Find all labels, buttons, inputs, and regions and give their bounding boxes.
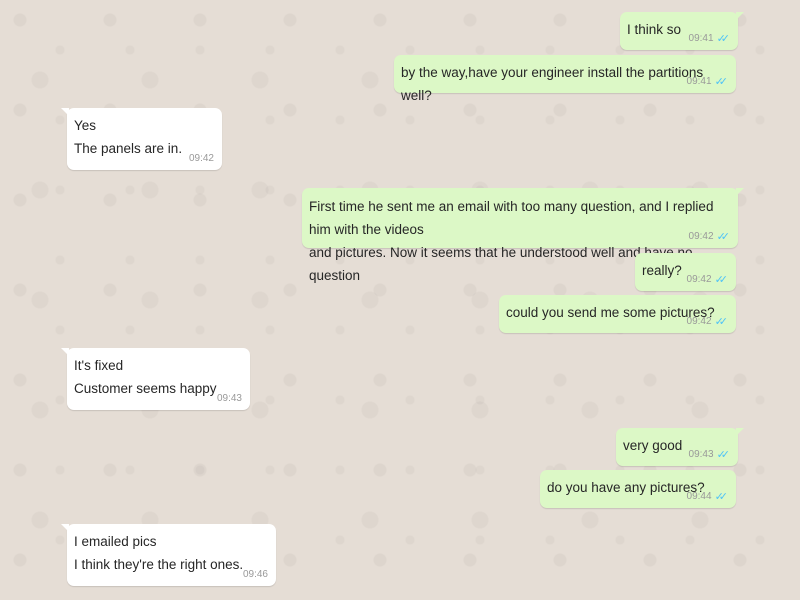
message-time: 09:42 <box>686 274 712 285</box>
message-meta: 09:43 ✓✓ <box>688 448 731 461</box>
message-meta: 09:42 <box>189 153 214 165</box>
message-time: 09:42 <box>188 153 214 164</box>
message-time: 09:44 <box>686 491 712 502</box>
message-time: 09:43 <box>688 449 714 460</box>
double-check-icon: ✓✓ <box>714 273 729 286</box>
message-meta: 09:42 ✓✓ <box>688 230 731 243</box>
double-check-icon: ✓✓ <box>716 448 731 461</box>
message-bubble-outgoing[interactable]: First time he sent me an email with too … <box>302 188 744 283</box>
message-text: by the way,have your engineer install th… <box>401 65 704 103</box>
message-meta: 09:46 <box>243 569 268 581</box>
message-bubble-incoming[interactable]: I emailed pics I think they're the right… <box>61 524 276 586</box>
message-bubble-outgoing[interactable]: do you have any pictures? 09:44 ✓✓ <box>540 470 736 508</box>
message-time: 09:46 <box>242 569 268 580</box>
message-bubble-outgoing[interactable]: really? 09:42 ✓✓ <box>635 253 736 291</box>
double-check-icon: ✓✓ <box>714 75 729 88</box>
message-meta: 09:41 ✓✓ <box>686 75 729 88</box>
message-time: 09:42 <box>688 231 714 242</box>
double-check-icon: ✓✓ <box>714 490 729 503</box>
double-check-icon: ✓✓ <box>714 315 729 328</box>
message-bubble-outgoing[interactable]: could you send me some pictures? 09:42 ✓… <box>499 295 736 333</box>
message-meta: 09:41 ✓✓ <box>688 32 731 45</box>
message-meta: 09:43 <box>217 393 242 405</box>
double-check-icon: ✓✓ <box>716 32 731 45</box>
message-time: 09:42 <box>686 316 712 327</box>
message-bubble-incoming[interactable]: Yes The panels are in. 09:42 <box>61 108 222 170</box>
message-text: I emailed pics I think they're the right… <box>74 534 244 572</box>
message-meta: 09:44 ✓✓ <box>686 490 729 503</box>
message-meta: 09:42 ✓✓ <box>686 315 729 328</box>
message-bubble-outgoing[interactable]: I think so 09:41 ✓✓ <box>620 12 744 50</box>
double-check-icon: ✓✓ <box>716 230 731 243</box>
message-meta: 09:42 ✓✓ <box>686 273 729 286</box>
message-time: 09:41 <box>686 76 712 87</box>
message-bubble-incoming[interactable]: It's fixed Customer seems happy 09:43 <box>61 348 250 410</box>
message-bubble-outgoing[interactable]: very good 09:43 ✓✓ <box>616 428 744 466</box>
message-time: 09:43 <box>216 393 242 404</box>
message-bubble-outgoing[interactable]: by the way,have your engineer install th… <box>394 55 736 103</box>
message-time: 09:41 <box>688 33 714 44</box>
